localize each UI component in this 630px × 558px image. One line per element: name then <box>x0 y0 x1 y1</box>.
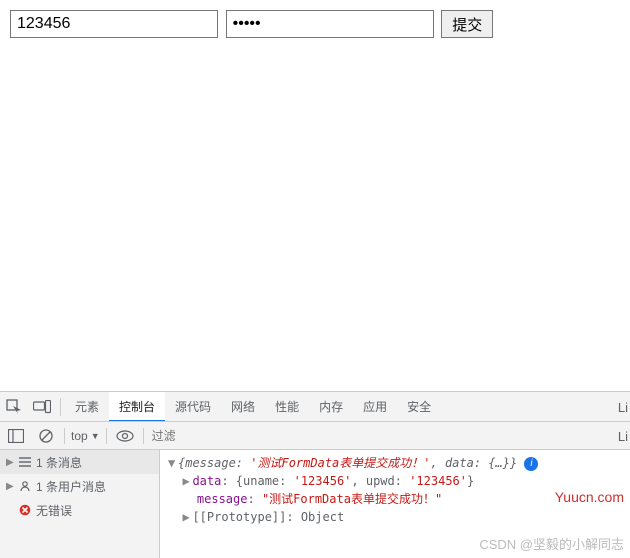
sidebar-messages[interactable]: ▶ 1 条消息 <box>0 450 159 474</box>
context-label: top <box>71 429 88 443</box>
sidebar-label: 1 条用户消息 <box>36 478 106 495</box>
tab-sources[interactable]: 源代码 <box>165 392 221 422</box>
watermark-csdn: CSDN @坚毅的小解同志 <box>479 536 624 554</box>
toolbar-overflow-text: Li <box>618 429 628 444</box>
clear-console-icon[interactable] <box>34 425 58 447</box>
sidebar-toggle-icon[interactable] <box>4 425 28 447</box>
filter-input[interactable] <box>150 426 626 446</box>
devtools-tabstrip: 元素 控制台 源代码 网络 性能 内存 应用 安全 Li <box>0 392 630 422</box>
tab-overflow-text: Li <box>618 400 628 415</box>
expand-arrow-icon: ▶ <box>6 457 14 468</box>
tab-network[interactable]: 网络 <box>221 392 265 422</box>
sidebar-user-messages[interactable]: ▶ 1 条用户消息 <box>0 474 159 498</box>
console-output[interactable]: ▼{message: '测试FormData表单提交成功！', data: {…… <box>160 450 630 558</box>
info-badge-icon[interactable]: i <box>524 457 538 471</box>
sidebar-no-errors[interactable]: 无错误 <box>0 498 159 522</box>
watermark-yuucn: Yuucn.com <box>555 488 624 506</box>
form-row: 提交 <box>10 10 620 38</box>
console-sidebar: ▶ 1 条消息 ▶ 1 条用户消息 无错误 <box>0 450 160 558</box>
messages-icon <box>19 457 31 467</box>
tab-performance[interactable]: 性能 <box>265 392 309 422</box>
tab-console[interactable]: 控制台 <box>109 392 165 422</box>
sidebar-label: 1 条消息 <box>36 454 82 471</box>
password-input[interactable] <box>226 10 434 38</box>
console-toolbar: top ▼ Li <box>0 422 630 450</box>
username-input[interactable] <box>10 10 218 38</box>
expand-arrow-icon: ▶ <box>6 481 14 492</box>
console-body: ▶ 1 条消息 ▶ 1 条用户消息 无错误 <box>0 450 630 558</box>
sidebar-label: 无错误 <box>36 502 72 519</box>
error-icon <box>19 504 31 516</box>
tab-security[interactable]: 安全 <box>397 392 441 422</box>
user-icon <box>19 480 31 492</box>
console-object-summary[interactable]: ▼{message: '测试FormData表单提交成功！', data: {…… <box>168 454 626 472</box>
execution-context[interactable]: top ▼ <box>71 429 100 443</box>
console-object-prototype[interactable]: ▶[[Prototype]]: Object <box>168 508 626 526</box>
submit-button[interactable]: 提交 <box>441 10 493 38</box>
chevron-down-icon: ▼ <box>91 431 100 441</box>
tab-elements[interactable]: 元素 <box>65 392 109 422</box>
live-expression-icon[interactable] <box>113 425 137 447</box>
tab-application[interactable]: 应用 <box>353 392 397 422</box>
page-content: 提交 <box>0 0 630 48</box>
inspect-icon[interactable] <box>0 393 28 421</box>
devtools-panel: 元素 控制台 源代码 网络 性能 内存 应用 安全 Li top ▼ Li <box>0 391 630 558</box>
device-toggle-icon[interactable] <box>28 393 56 421</box>
tab-memory[interactable]: 内存 <box>309 392 353 422</box>
